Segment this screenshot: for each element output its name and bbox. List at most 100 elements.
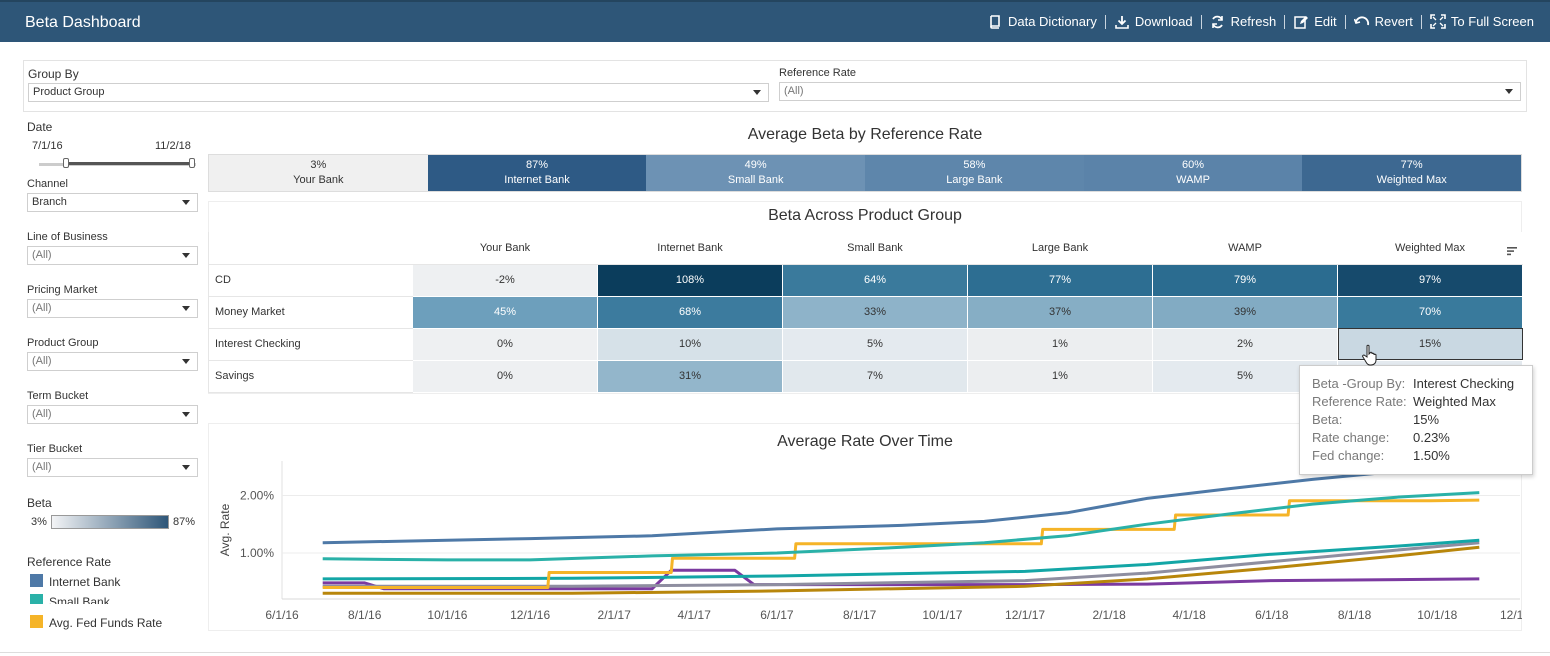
tooltip-row: Beta: 15% [1312, 412, 1520, 430]
download-button[interactable]: Download [1114, 14, 1193, 29]
chevron-down-icon [182, 253, 190, 258]
table-row: CD -2% 108% 64% 77% 79% 97% [208, 264, 1523, 297]
sort-icon[interactable] [1507, 243, 1517, 261]
beta-cell[interactable]: 64% [782, 264, 968, 297]
refresh-button[interactable]: Refresh [1210, 14, 1277, 29]
row-header: Savings [208, 360, 413, 393]
product-group-value: (All) [32, 355, 52, 367]
beta-cell[interactable]: 1% [967, 360, 1153, 393]
pricing-market-select[interactable]: (All) [27, 299, 198, 318]
toolbar-separator [1344, 14, 1346, 29]
average-beta-cell[interactable]: 87% Internet Bank [427, 155, 647, 191]
channel-value: Branch [32, 196, 67, 208]
average-beta-cell[interactable]: 58% Large Bank [865, 155, 1084, 191]
average-beta-value: 3% [310, 159, 327, 171]
line-of-business-value: (All) [32, 249, 52, 261]
chevron-down-icon [753, 90, 761, 95]
toolbar: Data Dictionary Download Refresh Edit Re… [987, 14, 1534, 29]
reference-rate-value: (All) [784, 85, 804, 97]
beta-cell[interactable]: 77% [967, 264, 1153, 297]
beta-cell[interactable]: 10% [597, 328, 783, 361]
beta-cell[interactable]: 79% [1152, 264, 1338, 297]
refresh-icon [1210, 15, 1226, 29]
average-beta-cell[interactable]: 3% Your Bank [209, 155, 428, 191]
tooltip-value: 0.23% [1413, 430, 1450, 445]
tooltip-value: 15% [1413, 412, 1440, 427]
full-screen-button[interactable]: To Full Screen [1430, 14, 1534, 29]
reference-rate-select[interactable]: (All) [779, 82, 1521, 101]
edit-icon [1293, 15, 1309, 29]
beta-cell[interactable]: 0% [412, 328, 598, 361]
average-beta-value: 58% [963, 159, 986, 171]
channel-select[interactable]: Branch [27, 193, 198, 212]
average-beta-label: Large Bank [946, 174, 1003, 186]
beta-cell[interactable]: 31% [597, 360, 783, 393]
toolbar-separator [1420, 14, 1422, 29]
x-tick-label: 12/1/16 [510, 608, 550, 622]
reference-rate-label: Reference Rate [779, 67, 857, 79]
chevron-down-icon [182, 306, 190, 311]
row-header: CD [208, 264, 413, 297]
x-tick-label: 4/1/18 [1172, 608, 1206, 622]
data-dictionary-button[interactable]: Data Dictionary [987, 14, 1097, 29]
beta-cell[interactable]: 45% [412, 296, 598, 329]
row-header: Interest Checking [208, 328, 413, 361]
beta-cell[interactable]: 68% [597, 296, 783, 329]
tooltip-key: Reference Rate: [1312, 394, 1407, 409]
date-slider-start-handle[interactable] [63, 158, 69, 168]
legend-scroll-area[interactable]: Small Bank [27, 592, 197, 604]
product-group-select[interactable]: (All) [27, 352, 198, 371]
legend-swatch-internet-bank [30, 574, 43, 587]
group-by-value: Product Group [33, 86, 105, 98]
beta-cell[interactable]: 7% [782, 360, 968, 393]
pricing-market-value: (All) [32, 302, 52, 314]
date-start: 7/1/16 [32, 140, 63, 152]
average-beta-label: Small Bank [727, 174, 784, 186]
beta-cell[interactable]: 0% [412, 360, 598, 393]
edit-button[interactable]: Edit [1293, 14, 1337, 29]
tooltip-key: Beta: [1312, 412, 1343, 427]
beta-cell[interactable]: 37% [967, 296, 1153, 329]
tier-bucket-select[interactable]: (All) [27, 458, 198, 477]
tooltip-value: Weighted Max [1413, 394, 1496, 409]
legend-item-fed-funds: Avg. Fed Funds Rate [49, 616, 163, 630]
x-tick-label: 6/1/18 [1255, 608, 1289, 622]
toolbar-separator [1104, 14, 1106, 29]
date-slider[interactable] [39, 158, 196, 168]
app-title: Beta Dashboard [25, 14, 141, 31]
channel-label: Channel [27, 178, 68, 190]
legend-item-internet-bank: Internet Bank [49, 575, 121, 589]
beta-cell[interactable]: 33% [782, 296, 968, 329]
x-tick-label: 6/1/16 [265, 608, 299, 622]
x-tick-label: 8/1/17 [843, 608, 877, 622]
beta-cell[interactable]: 2% [1152, 328, 1338, 361]
term-bucket-select[interactable]: (All) [27, 405, 198, 424]
beta-cell[interactable]: 39% [1152, 296, 1338, 329]
date-slider-end-handle[interactable] [189, 158, 195, 168]
chevron-down-icon [1505, 89, 1513, 94]
group-by-select[interactable]: Product Group [28, 83, 769, 102]
revert-label: Revert [1374, 14, 1413, 29]
bottom-divider [0, 652, 1550, 653]
line-of-business-select[interactable]: (All) [27, 246, 198, 265]
beta-cell[interactable]: 1% [967, 328, 1153, 361]
beta-cell[interactable]: 5% [782, 328, 968, 361]
column-header: Internet Bank [597, 232, 783, 265]
average-beta-cell[interactable]: 49% Small Bank [646, 155, 866, 191]
average-beta-cell[interactable]: 77% Weighted Max [1302, 155, 1522, 191]
beta-color-gradient [51, 515, 169, 529]
beta-cell[interactable]: -2% [412, 264, 598, 297]
revert-button[interactable]: Revert [1353, 14, 1413, 29]
toolbar-separator [1200, 14, 1202, 29]
beta-cell[interactable]: 97% [1337, 264, 1523, 297]
average-beta-cell[interactable]: 60% WAMP [1083, 155, 1303, 191]
beta-cell[interactable]: 70% [1337, 296, 1523, 329]
beta-cell[interactable]: 108% [597, 264, 783, 297]
tooltip-row: Beta -Group By: Interest Checking [1312, 376, 1520, 394]
average-beta-label: Internet Bank [504, 174, 570, 186]
edit-label: Edit [1314, 14, 1337, 29]
date-label: Date [27, 120, 53, 134]
y-tick-label: 1.00% [240, 546, 274, 560]
group-by-label: Group By [28, 67, 79, 81]
refresh-label: Refresh [1230, 14, 1277, 29]
